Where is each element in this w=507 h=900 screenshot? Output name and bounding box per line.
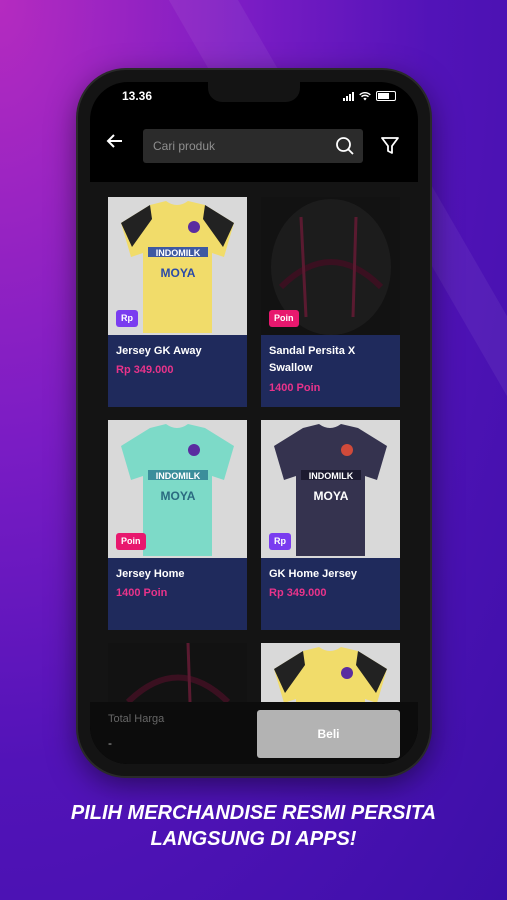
phone-notch	[208, 82, 300, 102]
phone-screen: 13.36 Cari produk INDOMILK MOYA Rp Jerse…	[90, 82, 418, 764]
product-price: Rp 349.000	[116, 364, 174, 376]
product-info: Sandal Persita X Swallow 1400 Poin	[261, 335, 400, 407]
product-card[interactable]	[261, 643, 400, 702]
battery-icon	[376, 91, 396, 101]
product-info: Jersey Home 1400 Poin	[108, 558, 247, 630]
product-price: 1400 Poin	[116, 587, 168, 599]
status-icons	[343, 91, 396, 101]
currency-badge: Rp	[269, 533, 291, 550]
product-price: Rp 349.000	[269, 587, 327, 599]
buy-button[interactable]: Beli	[257, 710, 400, 758]
signal-icon	[343, 91, 354, 101]
status-time: 13.36	[122, 89, 153, 103]
sandal-image	[125, 643, 231, 702]
svg-text:MOYA: MOYA	[161, 489, 196, 503]
tagline-line-2: LANGSUNG DI APPS!	[150, 828, 357, 850]
product-name: Jersey Home	[116, 568, 185, 580]
search-placeholder: Cari produk	[153, 139, 216, 153]
back-arrow-icon[interactable]	[106, 132, 124, 156]
search-icon[interactable]	[335, 136, 355, 156]
search-input[interactable]: Cari produk	[143, 129, 363, 163]
product-card[interactable]: INDOMILK MOYA Rp GK Home Jersey Rp 349.0…	[261, 420, 400, 630]
svg-text:INDOMILK: INDOMILK	[309, 471, 354, 481]
svg-text:MOYA: MOYA	[314, 489, 349, 503]
product-card[interactable]: INDOMILK MOYA Rp Jersey GK Away Rp 349.0…	[108, 197, 247, 407]
currency-badge: Poin	[269, 310, 299, 327]
currency-badge: Poin	[116, 533, 146, 550]
product-name: Jersey GK Away	[116, 345, 202, 357]
checkout-bar: Total Harga - Beli	[90, 702, 418, 764]
tagline-line-1: PILIH MERCHANDISE RESMI PERSITA	[70, 802, 437, 824]
total-price-label: Total Harga	[108, 713, 165, 725]
product-card[interactable]	[108, 643, 247, 702]
phone-frame: 13.36 Cari produk INDOMILK MOYA Rp Jerse…	[78, 70, 430, 776]
wifi-icon	[359, 91, 371, 100]
product-name: GK Home Jersey	[269, 568, 358, 580]
product-grid: INDOMILK MOYA Rp Jersey GK Away Rp 349.0…	[90, 182, 418, 702]
svg-text:MOYA: MOYA	[161, 266, 196, 280]
product-name: Sandal Persita X Swallow	[269, 345, 356, 374]
jersey-image	[274, 647, 387, 702]
promo-tagline: PILIH MERCHANDISE RESMI PERSITA LANGSUNG…	[0, 800, 507, 852]
product-price: 1400 Poin	[269, 382, 321, 394]
header: Cari produk	[90, 122, 418, 174]
svg-text:INDOMILK: INDOMILK	[156, 248, 201, 258]
total-price-value: -	[108, 736, 112, 750]
product-info: Jersey GK Away Rp 349.000	[108, 335, 247, 407]
filter-icon[interactable]	[380, 136, 400, 161]
product-card[interactable]: Poin Sandal Persita X Swallow 1400 Poin	[261, 197, 400, 407]
product-card[interactable]: INDOMILK MOYA Poin Jersey Home 1400 Poin	[108, 420, 247, 630]
svg-text:INDOMILK: INDOMILK	[156, 471, 201, 481]
currency-badge: Rp	[116, 310, 138, 327]
product-info: GK Home Jersey Rp 349.000	[261, 558, 400, 630]
